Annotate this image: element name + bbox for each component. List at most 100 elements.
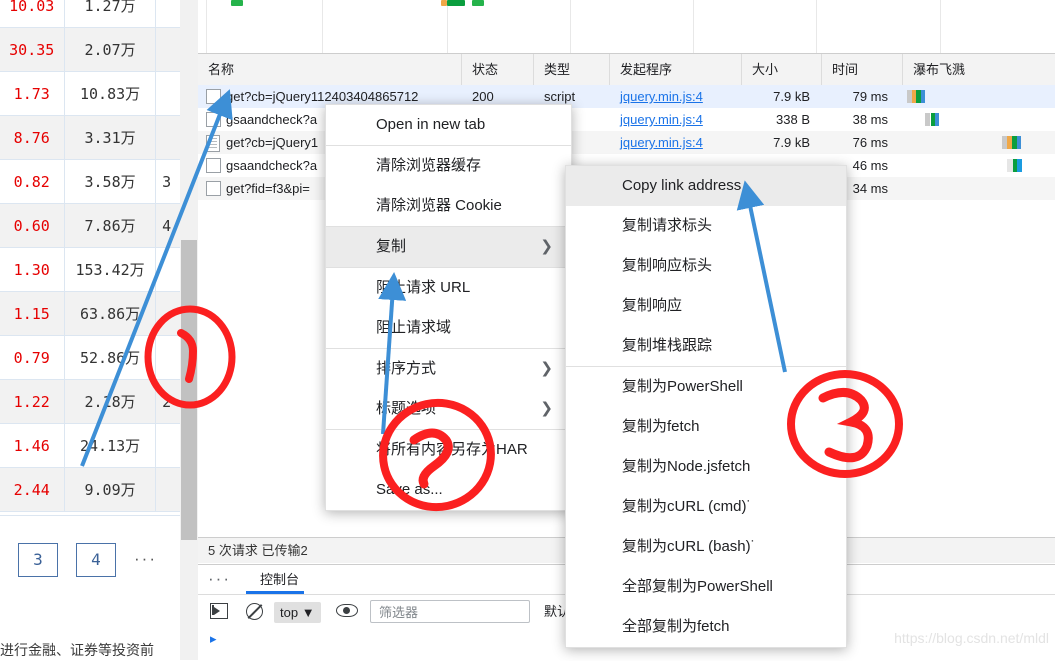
stock-cell-volume: 2.18万 [64,379,157,424]
stock-row[interactable]: %0.823.58万3 [0,159,198,204]
network-context-menu[interactable]: Open in new tab 清除浏览器缓存 清除浏览器 Cookie 复制 ❯ 阻止请… [325,104,572,511]
live-expression-eye-icon[interactable] [336,604,360,626]
menu-item-label: 复制 [376,238,407,255]
column-header-status[interactable]: 状态 [462,54,534,85]
column-header-name[interactable]: 名称 [198,54,462,85]
submenu-item[interactable]: 复制为cURL (bash)˙ [566,527,846,567]
clear-console-icon[interactable] [246,601,268,623]
stock-row[interactable]: %1.1563.86万 [0,291,198,336]
menu-item[interactable]: 阻止请求 URL [326,268,571,308]
stock-row[interactable]: %1.30153.42万 [0,247,198,292]
stock-row[interactable]: %10.031.27万 [0,0,198,28]
stock-row[interactable]: %8.763.31万 [0,115,198,160]
stock-cell-volume: 1.27万 [64,0,157,28]
stock-row[interactable]: %1.222.18万2 [0,379,198,424]
cell-initiator[interactable]: jquery.min.js:4 [610,131,710,154]
tab-console[interactable]: 控制台 [246,565,313,594]
stock-cell-volume: 9.09万 [64,467,157,512]
submenu-item[interactable]: Copy link address [566,166,846,206]
stock-cell-volume: 10.83万 [64,71,157,116]
submenu-item-label: 复制为Node.jsfetch [622,458,751,475]
submenu-item[interactable]: 复制为Node.jsfetch [566,447,846,487]
submenu-item-label: 复制为fetch [622,418,700,435]
stock-row[interactable]: %2.449.09万 [0,467,198,512]
cell-initiator[interactable]: jquery.min.js:4 [610,108,710,131]
console-prompt-icon[interactable]: ▸ [210,631,217,647]
menu-item[interactable]: 标题选项 ❯ [326,389,571,429]
network-overview-timeline[interactable] [198,0,1055,54]
waterfall-segment [925,113,930,126]
stock-cell-price: 1.15 [0,291,65,336]
stock-row[interactable]: %0.7952.86万 [0,335,198,380]
overview-bar-4 [472,0,484,6]
pagination-ellipsis[interactable]: ··· [134,543,157,575]
submenu-item[interactable]: 复制请求标头 [566,206,846,246]
menu-item[interactable]: 阻止请求域 [326,308,571,348]
page-scrollbar-thumb[interactable] [181,240,197,540]
stock-footer-text: 进行金融、证券等投资前 [0,642,154,658]
column-header-time[interactable]: 时间 [822,54,903,85]
stock-row[interactable]: %1.4624.13万 [0,423,198,468]
submenu-item[interactable]: 复制为fetch [566,407,846,447]
menu-item-label: 排序方式 [376,360,437,377]
stock-data-table: %10.031.27万%30.352.07万%1.7310.83万%8.763.… [0,0,198,512]
console-filter-input[interactable]: 筛选器 [370,600,530,623]
submenu-item[interactable]: 复制为cURL (cmd)˙ [566,487,846,527]
submenu-item-label: 复制为cURL (bash)˙ [622,538,756,555]
drawer-more-icon[interactable]: ··· [208,565,231,594]
submenu-item[interactable]: 复制为PowerShell [566,367,846,407]
cell-size: 7.9 kB [773,89,810,104]
stock-cell-volume: 63.86万 [64,291,157,336]
menu-item[interactable]: 排序方式 ❯ [326,349,571,389]
stock-row[interactable]: %30.352.07万 [0,27,198,72]
pagination-page-4[interactable]: 4 [76,543,116,577]
menu-item[interactable]: Open in new tab [326,105,571,145]
menu-item[interactable]: Save as... [326,470,571,510]
stock-cell-price: 10.03 [0,0,65,28]
column-header-type[interactable]: 类型 [534,54,610,85]
pagination-page-3[interactable]: 3 [18,543,58,577]
chevron-right-icon: ❯ [540,238,553,255]
submenu-item[interactable]: 复制堆栈跟踪 [566,326,846,366]
submenu-item[interactable]: 全部复制为PowerShell [566,567,846,607]
menu-item[interactable]: 清除浏览器缓存 [326,146,571,186]
submenu-item[interactable]: 复制响应标头 [566,246,846,286]
stock-cell-price: 0.79 [0,335,65,380]
cell-initiator[interactable]: jquery.min.js:4 [610,85,710,108]
menu-item-label: 阻止请求 URL [376,279,471,296]
stock-cell-price: 1.46 [0,423,65,468]
submenu-item-label: 全部复制为fetch [622,618,730,635]
waterfall-segment [1017,136,1021,149]
waterfall-segment [1017,159,1022,172]
stock-row[interactable]: %0.607.86万4 [0,203,198,248]
menu-item[interactable]: 将所有内容另存为HAR [326,430,571,470]
waterfall-bar [903,154,1055,177]
menu-item[interactable]: 清除浏览器 Cookie [326,186,571,226]
submenu-item[interactable]: 全部复制为fetch [566,607,846,647]
submenu-item-label: 复制请求标头 [622,217,713,234]
stock-cell-price: 0.60 [0,203,65,248]
execute-sidebar-icon[interactable] [210,601,232,623]
column-header-size[interactable]: 大小 [742,54,822,85]
chevron-right-icon: ❯ [540,360,553,377]
stock-row[interactable]: %1.7310.83万 [0,71,198,116]
pagination[interactable]: 2 3 4 ··· [0,543,157,577]
overview-bar-3 [447,0,465,6]
submenu-item[interactable]: 复制响应 [566,286,846,326]
stock-table-panel: stmoney.com 东方财富 顺富网 eas eas %10.031.27万… [0,0,198,660]
waterfall-segment [921,90,925,103]
stock-cell-volume: 3.31万 [64,115,157,160]
cell-time: 38 ms [852,112,888,127]
column-header-initiator[interactable]: 发起程序 [610,54,742,85]
submenu-item-label: 复制堆栈跟踪 [622,337,713,354]
tab-console-indicator [246,591,304,594]
column-header-waterfall[interactable]: 瀑布飞溅 [903,54,1055,85]
menu-item-label: 标题选项 [376,400,437,417]
page-scrollbar[interactable] [180,0,198,660]
stock-cell-price: 2.44 [0,467,65,512]
console-context-selector[interactable]: top ▼ [274,602,321,623]
stock-cell-volume: 3.58万 [64,159,157,204]
menu-item[interactable]: 复制 ❯ [326,227,571,267]
copy-submenu[interactable]: Copy link address 复制请求标头 复制响应标头 复制响应 复制堆栈跟踪复… [565,165,847,648]
stock-cell-price: 8.76 [0,115,65,160]
